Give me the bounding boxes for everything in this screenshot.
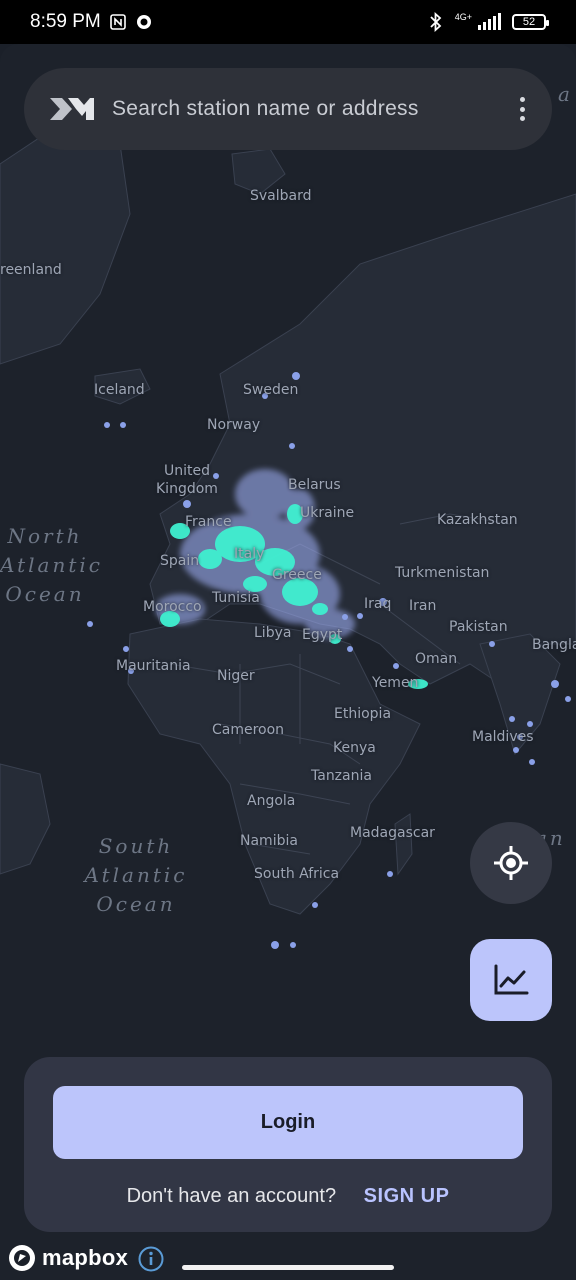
map-label-turkmenistan: Turkmenistan [395,565,490,581]
search-bar[interactable]: Search station name or address [24,68,552,150]
search-input[interactable]: Search station name or address [112,97,512,121]
status-time: 8:59 PM [30,11,101,32]
more-vertical-icon[interactable] [512,94,532,124]
map-label-pakistan: Pakistan [449,619,508,635]
nfc-icon [109,13,127,31]
no-account-text: Don't have an account? [126,1185,337,1207]
login-button[interactable]: Login [53,1086,523,1159]
status-left: 8:59 PM [30,11,153,33]
map-label-maldives: Maldives [472,729,534,745]
map-label-tanzania: Tanzania [311,768,372,784]
map-label-norway: Norway [207,417,261,433]
ocean-line-1: South [98,834,174,858]
network-type: 4G+ [454,12,472,22]
map-label-sweden: Sweden [243,382,299,398]
signup-link[interactable]: SIGN UP [364,1185,450,1207]
map-label-cameroon: Cameroon [212,722,285,738]
map-label-iceland: Iceland [94,382,145,398]
ocean-line-2: Atlantic [0,553,103,577]
home-indicator[interactable] [182,1265,394,1270]
map-label-egypt: Egypt [302,627,343,643]
map-label-tunisia: Tunisia [212,590,260,606]
map-label-bangladesh: Bangla [532,637,576,653]
login-card: Login Don't have an account? SIGN UP [24,1057,552,1232]
eurasia-land [149,193,576,685]
map-label-italy: Italy [234,546,265,562]
map-label-yemen: Yemen [372,675,419,691]
status-bar: 8:59 PM 4G+ 52 [0,0,576,44]
mapbox-brand: mapbox [42,1245,129,1270]
map-label-south-africa: South Africa [254,866,340,882]
map-label-greece: Greece [272,567,322,583]
signal-icon [476,13,502,31]
map-label-iraq: Iraq [364,596,392,612]
ocean-line-2: Atlantic [84,863,188,887]
app-logo-icon [48,94,96,124]
map-label-spain: Spain [160,553,200,569]
map-label-kingdom: Kingdom [156,481,218,497]
map-label-belarus: Belarus [288,477,341,493]
notification-app-icon [135,13,153,31]
mapbox-attribution[interactable]: mapbox [8,1244,128,1272]
map-label-france: France [185,514,232,530]
locate-icon [494,846,528,880]
map-label-united: United [164,463,210,479]
signup-row: Don't have an account? SIGN UP [24,1185,552,1208]
ocean-line-3: Ocean [96,892,176,916]
map-label-north-atlantic: North Atlantic Ocean [0,522,103,609]
greenland-land [0,123,131,365]
map-label-oman: Oman [415,651,458,667]
map-label-ukraine: Ukraine [300,505,355,521]
mapbox-logo-icon [9,1245,35,1271]
map-label-mauritania: Mauritania [116,658,191,674]
map-label-greenland: reenland [0,262,62,278]
south-america-land [0,763,51,875]
map-label-kenya: Kenya [333,740,376,756]
map-label-kazakhstan: Kazakhstan [437,512,518,528]
bluetooth-icon [427,12,445,32]
map-label-angola: Angola [247,793,296,809]
locate-button[interactable] [470,822,552,904]
map-label-svalbard: Svalbard [250,188,312,204]
map-label-ethiopia: Ethiopia [334,706,392,722]
map-label-iran: Iran [409,598,437,614]
ocean-line-3: Ocean [5,582,85,606]
ocean-line-1: North [7,524,83,548]
chart-icon [494,964,529,995]
map-label-morocco: Morocco [143,599,202,615]
map-label-south-atlantic: South Atlantic Ocean [76,832,196,919]
map-label-namibia: Namibia [240,833,298,849]
map-label-niger: Niger [217,668,255,684]
map-label-libya: Libya [254,625,292,641]
map-label-edge-top-right: a [558,82,573,106]
info-icon[interactable] [138,1246,164,1277]
madagascar-land [394,813,413,876]
chart-button[interactable] [470,939,552,1021]
status-right: 4G+ 52 [427,12,549,32]
battery-indicator: 52 [512,14,549,30]
map-label-madagascar: Madagascar [350,825,435,841]
